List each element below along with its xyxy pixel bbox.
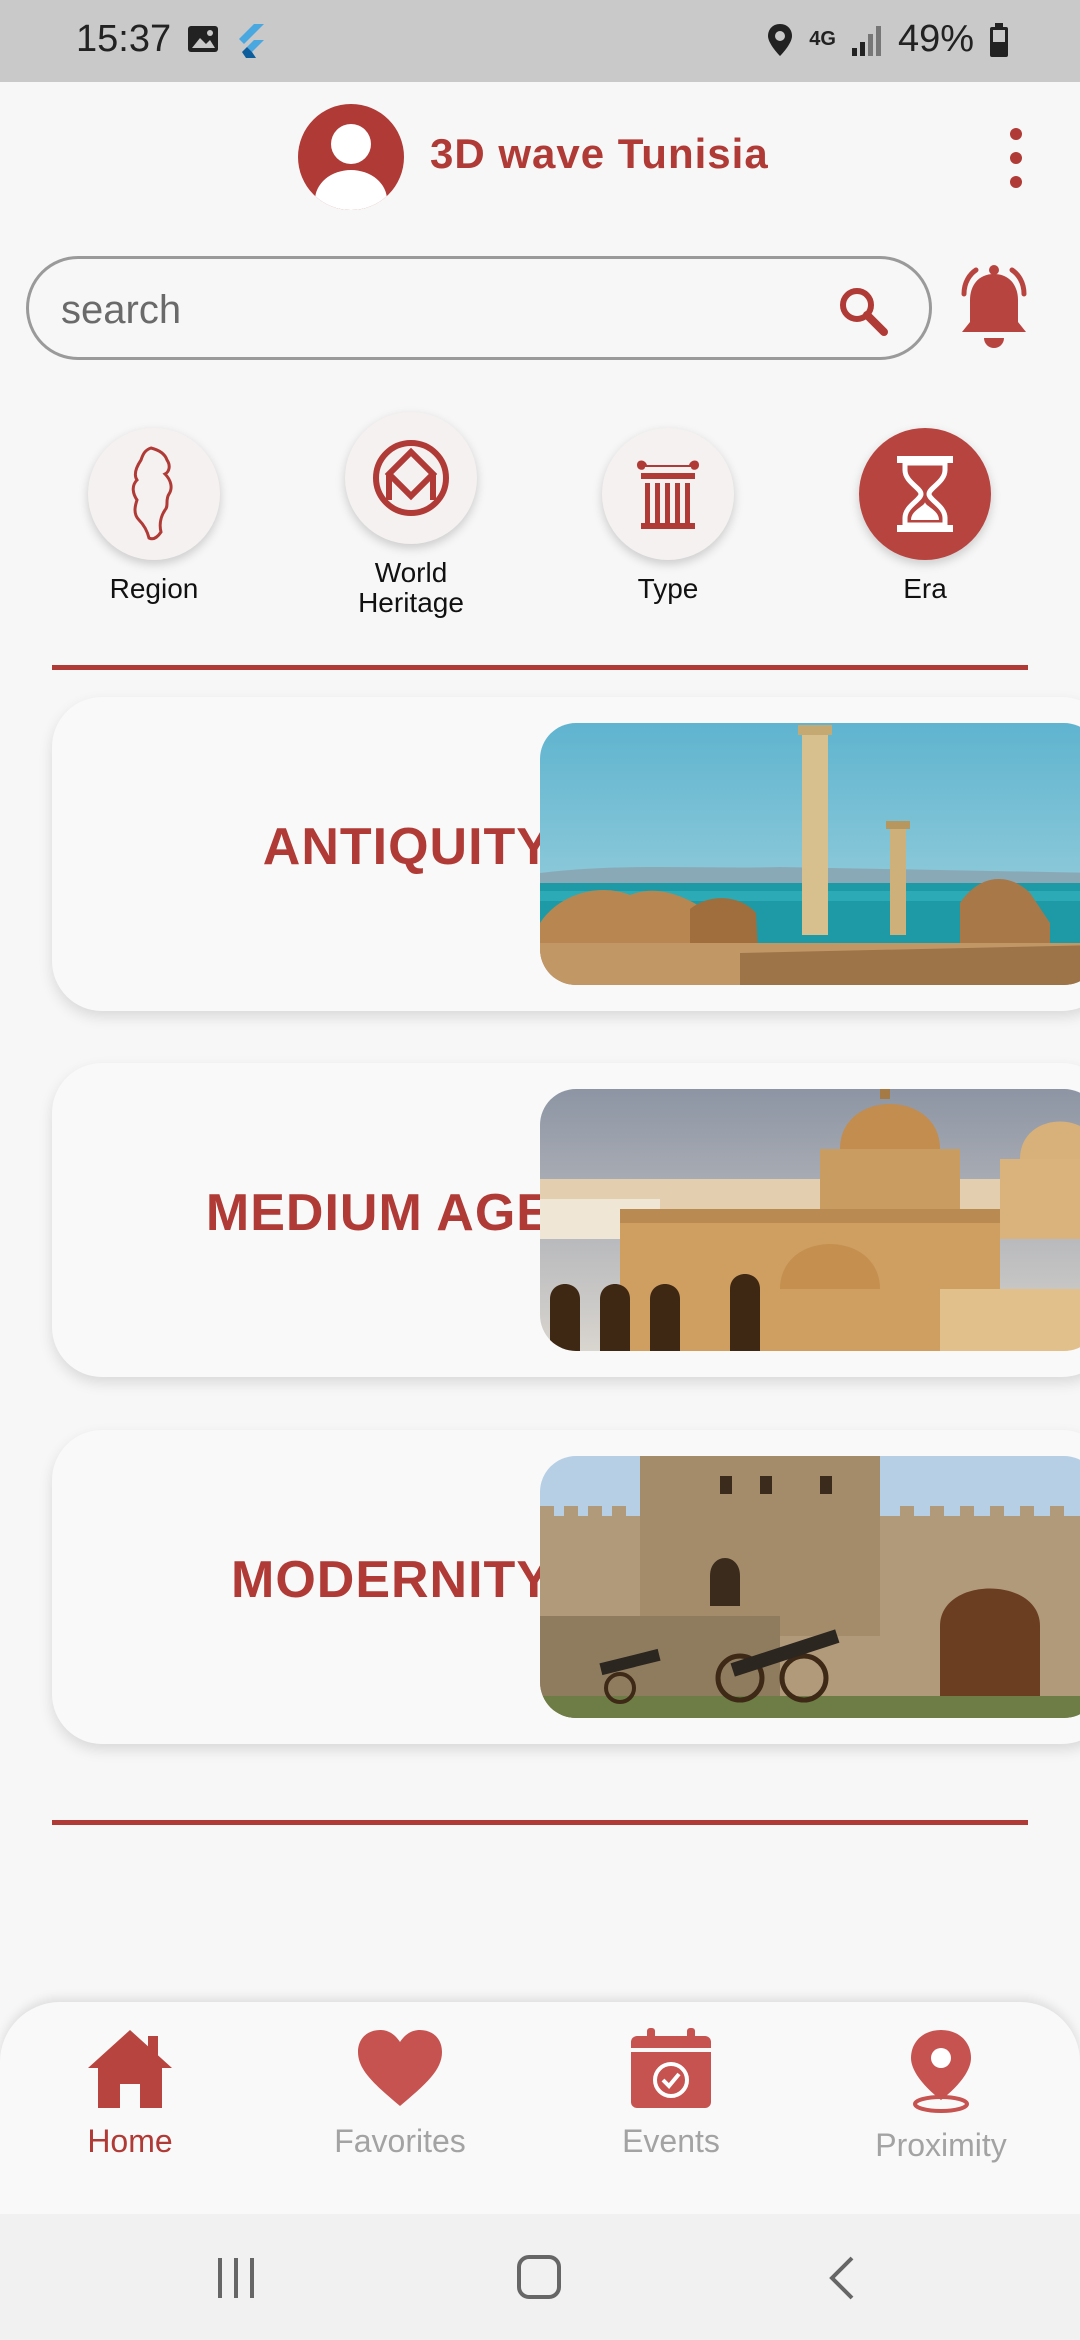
app-header: 3D wave Tunisia bbox=[0, 82, 1080, 232]
system-navigation-bar bbox=[0, 2214, 1080, 2340]
bottom-navigation: Home Favorites Events Proximity bbox=[0, 2002, 1080, 2214]
nav-label: Events bbox=[622, 2123, 720, 2159]
nav-label: Proximity bbox=[875, 2127, 1007, 2163]
era-card-antiquity[interactable]: ANTIQUITY bbox=[52, 697, 1080, 1011]
tunisia-map-icon bbox=[131, 446, 173, 541]
nav-events[interactable]: Events bbox=[561, 2026, 781, 2160]
column-icon bbox=[637, 460, 699, 529]
nav-label: Home bbox=[87, 2123, 173, 2159]
antiquity-ruins-photo bbox=[540, 723, 1080, 985]
location-pin-icon bbox=[911, 2030, 971, 2113]
back-icon[interactable] bbox=[826, 2256, 856, 2300]
signal-icon bbox=[851, 25, 881, 56]
era-title: MEDIUM AGE bbox=[205, 1184, 552, 1242]
era-card-modernity[interactable]: MODERNITY bbox=[52, 1430, 1080, 1744]
search-icon[interactable] bbox=[837, 285, 889, 337]
era-title: MODERNITY bbox=[231, 1551, 552, 1609]
filter-era[interactable]: Era bbox=[825, 428, 1025, 604]
divider-bottom bbox=[52, 1820, 1028, 1825]
battery-percent: 49% bbox=[897, 18, 974, 60]
heart-icon bbox=[358, 2030, 442, 2106]
medium-age-mosque-photo bbox=[540, 1089, 1080, 1351]
home-system-icon[interactable] bbox=[516, 2254, 562, 2300]
era-card-medium-age[interactable]: MEDIUM AGE bbox=[52, 1063, 1080, 1377]
calendar-check-icon bbox=[631, 2028, 711, 2108]
nav-proximity[interactable]: Proximity bbox=[831, 2026, 1051, 2164]
modernity-fortress-photo bbox=[540, 1456, 1080, 1718]
status-time: 15:37 bbox=[76, 18, 172, 60]
user-avatar-icon[interactable] bbox=[298, 104, 404, 210]
hourglass-icon bbox=[897, 456, 953, 532]
battery-icon bbox=[990, 22, 1008, 57]
filter-label: Region bbox=[109, 573, 199, 604]
nav-favorites[interactable]: Favorites bbox=[290, 2026, 510, 2160]
nav-home[interactable]: Home bbox=[20, 2026, 240, 2160]
filter-region[interactable]: Region bbox=[54, 428, 254, 604]
home-icon bbox=[88, 2030, 172, 2108]
filter-label: World Heritage bbox=[358, 557, 464, 618]
image-icon bbox=[188, 26, 218, 52]
search-bar bbox=[26, 256, 932, 360]
divider-top bbox=[52, 665, 1028, 670]
filter-label: Era bbox=[903, 573, 947, 604]
location-icon bbox=[768, 23, 793, 56]
filter-world-heritage[interactable]: World Heritage bbox=[311, 412, 511, 618]
flutter-icon bbox=[239, 24, 264, 58]
app-title: 3D wave Tunisia bbox=[430, 130, 769, 177]
world-heritage-icon bbox=[373, 440, 449, 516]
filter-bar: Region World Heritage Type Era bbox=[0, 410, 1080, 630]
notification-bell-icon[interactable] bbox=[954, 264, 1034, 354]
nav-label: Favorites bbox=[334, 2123, 466, 2159]
era-title: ANTIQUITY bbox=[262, 818, 552, 876]
network-type: 4G bbox=[809, 28, 836, 50]
recent-apps-icon[interactable] bbox=[216, 2256, 256, 2300]
filter-label: Type bbox=[637, 573, 699, 604]
more-vertical-icon[interactable] bbox=[1006, 128, 1026, 192]
status-bar: 15:37 4G 49% bbox=[0, 0, 1080, 82]
search-input[interactable] bbox=[59, 279, 823, 341]
filter-type[interactable]: Type bbox=[568, 428, 768, 604]
